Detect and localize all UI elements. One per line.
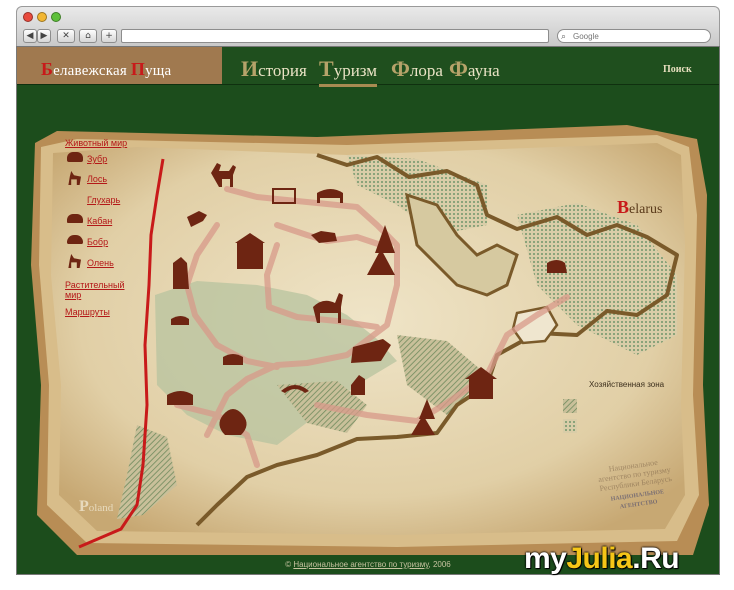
agency-link[interactable]: Национальное агентство по туризму bbox=[293, 560, 428, 569]
manor-icon bbox=[237, 243, 263, 269]
web-page: Белавежская Пуща История Туризм Флора Фа… bbox=[16, 46, 720, 575]
close-window-icon[interactable] bbox=[23, 12, 33, 22]
lodge-icon bbox=[469, 379, 493, 399]
add-bookmark-button[interactable]: + bbox=[101, 29, 117, 43]
link-elk[interactable]: Лось bbox=[87, 174, 107, 184]
web-search-field[interactable]: ⌕ bbox=[557, 29, 711, 43]
link-routes[interactable]: Маршруты bbox=[65, 307, 110, 317]
menu-tourism[interactable]: Туризм bbox=[319, 56, 378, 87]
address-bar[interactable] bbox=[121, 29, 549, 43]
site-header: Белавежская Пуща История Туризм Флора Фа… bbox=[17, 47, 719, 87]
zoom-window-icon[interactable] bbox=[51, 12, 61, 22]
link-capercaillie[interactable]: Глухарь bbox=[87, 195, 120, 205]
back-button[interactable]: ◀ bbox=[23, 29, 37, 43]
magnifier-icon: ⌕ bbox=[561, 31, 567, 41]
link-deer[interactable]: Олень bbox=[87, 258, 114, 268]
link-plant-world[interactable]: Растительный мир bbox=[65, 280, 125, 300]
site-search-link[interactable]: Поиск bbox=[663, 64, 692, 75]
legend-economic-zone: Хозяйственная зона bbox=[589, 380, 665, 389]
menu-flora[interactable]: Флора bbox=[391, 56, 443, 82]
stop-button[interactable]: ✕ bbox=[57, 29, 75, 43]
site-watermark: myJulia.Ru bbox=[524, 542, 680, 575]
link-animal-world[interactable]: Животный мир bbox=[65, 138, 127, 148]
menu-fauna[interactable]: Фауна bbox=[449, 56, 500, 82]
link-beaver[interactable]: Бобр bbox=[87, 237, 108, 247]
legend-swatch-protected bbox=[563, 399, 577, 413]
menu-history[interactable]: История bbox=[241, 56, 307, 82]
boar-small-icon bbox=[67, 214, 83, 223]
beaver-small-icon bbox=[67, 235, 83, 244]
browser-window-toolbar: ◀ ▶ ✕ ⌂ + ⌕ bbox=[16, 6, 720, 46]
legend-swatch-economic bbox=[563, 419, 577, 433]
bison-small-icon bbox=[67, 152, 83, 162]
bison-icon-south bbox=[167, 391, 193, 405]
link-bison[interactable]: Зубр bbox=[87, 154, 107, 164]
link-boar[interactable]: Кабан bbox=[87, 216, 112, 226]
forward-button[interactable]: ▶ bbox=[37, 29, 51, 43]
home-button[interactable]: ⌂ bbox=[79, 29, 97, 43]
minimize-window-icon[interactable] bbox=[37, 12, 47, 22]
boar-icon bbox=[223, 354, 243, 365]
site-logo[interactable]: Белавежская Пуща bbox=[17, 47, 222, 84]
web-search-input[interactable] bbox=[573, 30, 703, 42]
site-logo-text: Белавежская Пуща bbox=[41, 59, 172, 79]
